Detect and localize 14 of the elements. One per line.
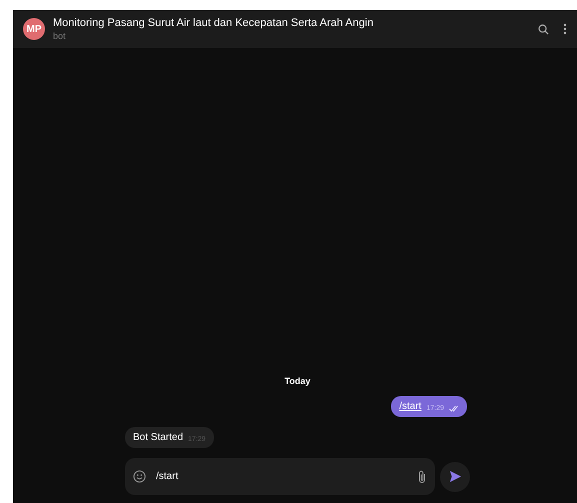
- send-icon: [448, 470, 462, 483]
- message-input[interactable]: /start: [154, 470, 409, 483]
- send-button[interactable]: [440, 462, 470, 492]
- emoji-icon[interactable]: [133, 470, 146, 483]
- message-text: Bot Started: [133, 432, 184, 443]
- more-options-icon[interactable]: [563, 23, 567, 35]
- date-divider: Today: [284, 376, 310, 386]
- message-input-field[interactable]: /start: [125, 458, 435, 495]
- chat-subtitle: bot: [53, 31, 67, 41]
- command-link[interactable]: /start: [399, 401, 422, 412]
- avatar: MP: [23, 18, 45, 40]
- search-icon[interactable]: [538, 24, 549, 34]
- chat-title: Monitoring Pasang Surut Air laut dan Kecepatan Serta Arah Angin: [53, 17, 374, 29]
- paperclip-icon[interactable]: [417, 470, 427, 484]
